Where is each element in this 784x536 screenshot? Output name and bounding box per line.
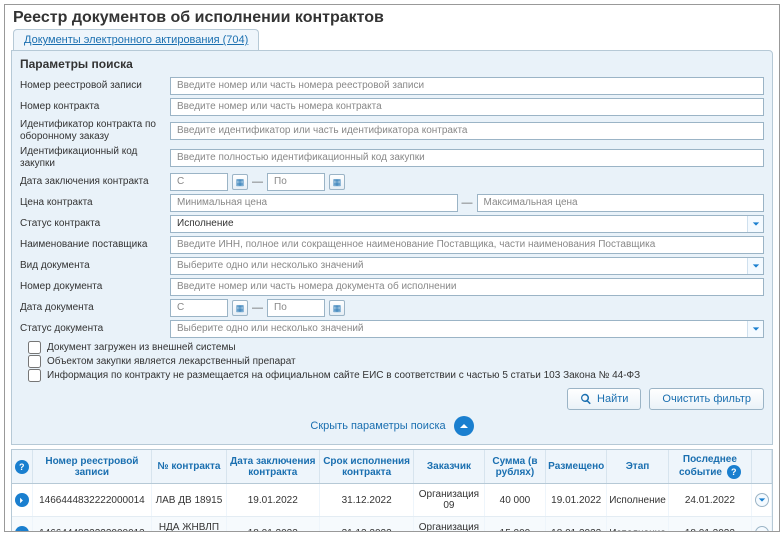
label-contract-price: Цена контракта: [20, 197, 170, 209]
label-supplier: Наименование поставщика: [20, 239, 170, 251]
not-published-label: Информация по контракту не размещается н…: [47, 370, 640, 381]
chevron-down-icon[interactable]: [747, 258, 763, 274]
cell-exec-date: 31.12.2022: [320, 484, 414, 517]
find-button-label: Найти: [597, 393, 628, 405]
col-reg-number[interactable]: Номер реестровой записи: [32, 450, 152, 484]
price-separator: —: [462, 197, 473, 209]
search-section-title: Параметры поиска: [20, 57, 764, 71]
tab-bar: Документы электронного актирования (704): [5, 29, 779, 50]
external-system-checkbox[interactable]: [28, 341, 41, 354]
contract-date-from-input[interactable]: С: [170, 173, 228, 191]
date-separator: —: [252, 176, 263, 188]
find-button[interactable]: Найти: [567, 388, 641, 410]
col-last-event[interactable]: Последнее событие ?: [668, 450, 751, 484]
cell-contract-number: ЛАВ ДВ 18915: [152, 484, 226, 517]
label-doc-type: Вид документа: [20, 260, 170, 272]
contract-number-input[interactable]: Введите номер или часть номера контракта: [170, 98, 764, 116]
col-published[interactable]: Размещено: [546, 450, 607, 484]
label-contract-date: Дата заключения контракта: [20, 176, 170, 188]
medicine-checkbox[interactable]: [28, 355, 41, 368]
calendar-icon[interactable]: ▦: [232, 174, 248, 190]
cell-last-event: 18.01.2022: [668, 517, 751, 533]
cell-sum: 40 000: [484, 484, 545, 517]
row-actions-dropdown[interactable]: [755, 526, 769, 532]
cell-reg-number: 1466444832222000013: [32, 517, 152, 533]
date-separator: —: [252, 302, 263, 314]
results-table: ? Номер реестровой записи № контракта Да…: [11, 449, 773, 532]
label-doc-status: Статус документа: [20, 323, 170, 335]
doc-date-group: С ▦ — По ▦: [170, 299, 345, 317]
expand-row-icon[interactable]: [15, 526, 29, 532]
label-contract-status: Статус контракта: [20, 218, 170, 230]
cell-customer: Организация 45: [414, 517, 485, 533]
supplier-input[interactable]: Введите ИНН, полное или сокращенное наим…: [170, 236, 764, 254]
col-sum[interactable]: Сумма (в рублях): [484, 450, 545, 484]
doc-type-select[interactable]: Выберите одно или несколько значений: [170, 257, 764, 275]
col-exec-date[interactable]: Срок исполнения контракта: [320, 450, 414, 484]
cell-published: 18.01.2022: [546, 517, 607, 533]
medicine-label: Объектом закупки является лекарственный …: [47, 356, 296, 367]
cell-last-event: 24.01.2022: [668, 484, 751, 517]
max-price-input[interactable]: Максимальная цена: [477, 194, 765, 212]
label-reg-number: Номер реестровой записи: [20, 80, 170, 92]
reg-number-input[interactable]: Введите номер или часть номера реестрово…: [170, 77, 764, 95]
col-contract-number[interactable]: № контракта: [152, 450, 226, 484]
page-title: Реестр документов об исполнении контракт…: [5, 5, 779, 29]
contract-status-select[interactable]: Исполнение: [170, 215, 764, 233]
search-panel: Параметры поиска Номер реестровой записи…: [11, 50, 773, 445]
clear-filter-label: Очистить фильтр: [662, 393, 751, 405]
label-defense-id: Идентификатор контракта по оборонному за…: [20, 119, 170, 143]
contract-date-group: С ▦ — По ▦: [170, 173, 345, 191]
chevron-up-icon: [454, 416, 474, 436]
defense-id-input[interactable]: Введите идентификатор или часть идентифи…: [170, 122, 764, 140]
expand-row-icon[interactable]: [15, 493, 29, 507]
not-published-checkbox[interactable]: [28, 369, 41, 382]
label-doc-date: Дата документа: [20, 302, 170, 314]
cell-contract-date: 19.01.2022: [226, 484, 320, 517]
cell-sum: 15 000: [484, 517, 545, 533]
clear-filter-button[interactable]: Очистить фильтр: [649, 388, 764, 410]
tab-electronic-docs[interactable]: Документы электронного актирования (704): [13, 29, 259, 50]
doc-date-to-input[interactable]: По: [267, 299, 325, 317]
cell-reg-number: 1466444832222000014: [32, 484, 152, 517]
calendar-icon[interactable]: ▦: [329, 174, 345, 190]
contract-date-to-input[interactable]: По: [267, 173, 325, 191]
cell-stage: Исполнение: [607, 484, 669, 517]
doc-date-from-input[interactable]: С: [170, 299, 228, 317]
chevron-down-icon[interactable]: [747, 321, 763, 337]
cell-contract-number: НДА ЖНВЛП для бага: [152, 517, 226, 533]
label-doc-number: Номер документа: [20, 281, 170, 293]
calendar-icon[interactable]: ▦: [232, 300, 248, 316]
doc-number-input[interactable]: Введите номер или часть номера документа…: [170, 278, 764, 296]
doc-status-select[interactable]: Выберите одно или несколько значений: [170, 320, 764, 338]
chevron-down-icon[interactable]: [747, 216, 763, 232]
cell-exec-date: 31.12.2022: [320, 517, 414, 533]
table-row: 1466444832222000014ЛАВ ДВ 1891519.01.202…: [12, 484, 772, 517]
cell-stage: Исполнение: [607, 517, 669, 533]
label-purchase-id: Идентификационный код закупки: [20, 146, 170, 170]
search-icon: [580, 393, 592, 405]
cell-published: 19.01.2022: [546, 484, 607, 517]
min-price-input[interactable]: Минимальная цена: [170, 194, 458, 212]
table-row: 1466444832222000013НДА ЖНВЛП для бага18.…: [12, 517, 772, 533]
calendar-icon[interactable]: ▦: [329, 300, 345, 316]
external-system-label: Документ загружен из внешней системы: [47, 342, 236, 353]
cell-contract-date: 18.01.2022: [226, 517, 320, 533]
label-contract-number: Номер контракта: [20, 101, 170, 113]
col-customer[interactable]: Заказчик: [414, 450, 485, 484]
cell-customer: Организация 09: [414, 484, 485, 517]
collapse-toggle[interactable]: Скрыть параметры поиска: [20, 416, 764, 436]
col-contract-date[interactable]: Дата заключения контракта: [226, 450, 320, 484]
help-icon[interactable]: ?: [727, 465, 741, 479]
row-actions-dropdown[interactable]: [755, 493, 769, 507]
col-stage[interactable]: Этап: [607, 450, 669, 484]
purchase-id-input[interactable]: Введите полностью идентификационный код …: [170, 149, 764, 167]
collapse-label: Скрыть параметры поиска: [310, 420, 445, 432]
help-icon[interactable]: ?: [15, 460, 29, 474]
